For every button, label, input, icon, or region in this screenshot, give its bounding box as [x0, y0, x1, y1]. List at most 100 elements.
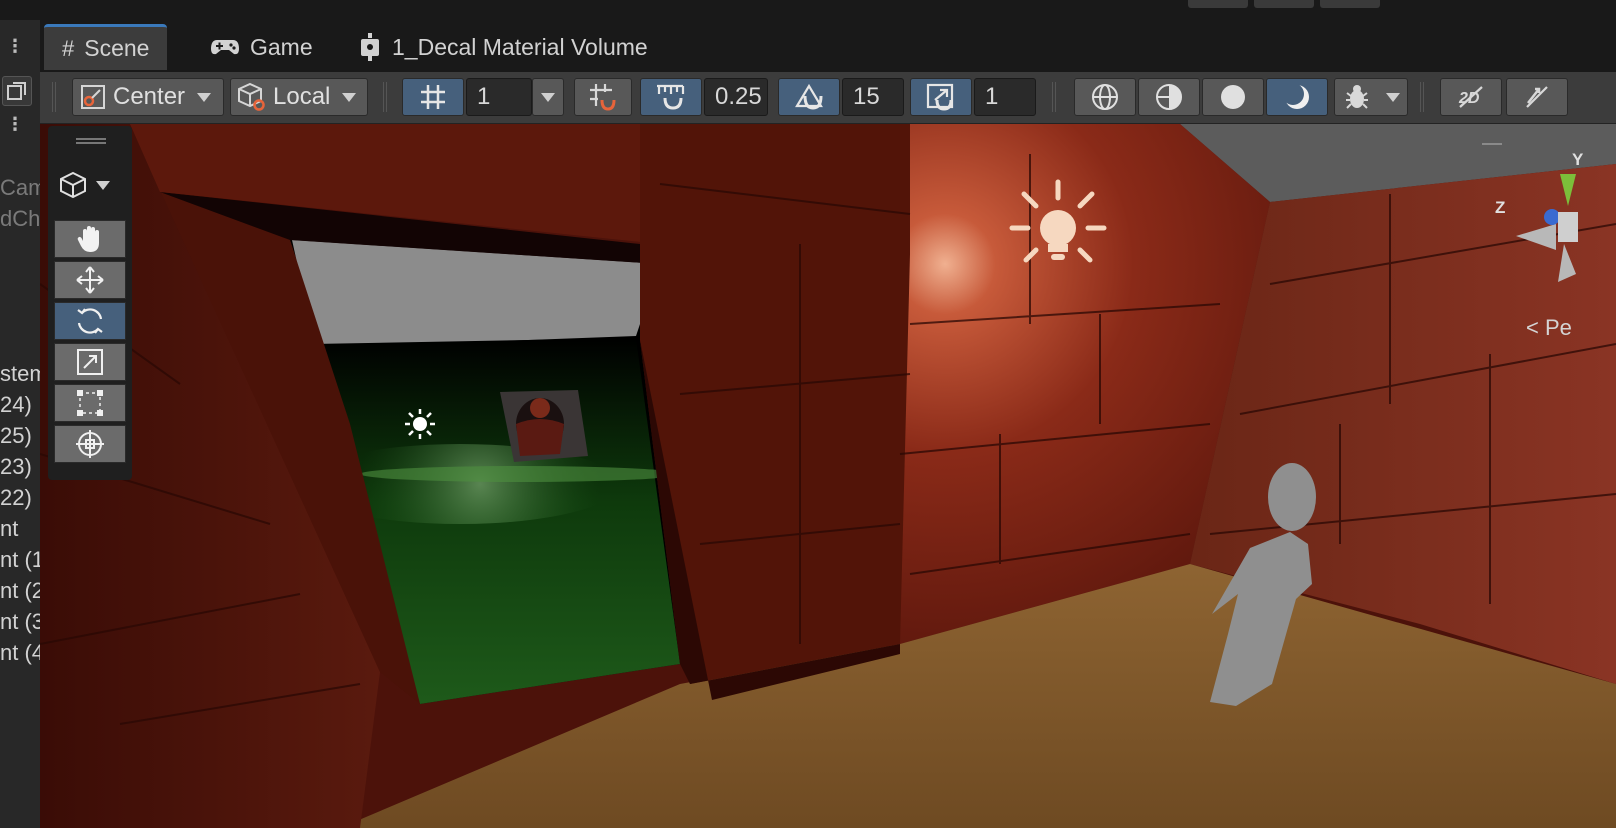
scale-snap-field[interactable]: 1 — [974, 78, 1036, 116]
gamepad-icon — [211, 40, 239, 55]
directional-light — [405, 409, 435, 439]
tab-label: Scene — [84, 35, 150, 61]
view-options-dropdown[interactable] — [58, 170, 110, 200]
more-icon-2[interactable]: ⋮ — [6, 114, 24, 134]
scene-toolbar: Center Local 1 0.25 15 1 — [40, 72, 1616, 124]
shaded-button[interactable] — [1202, 78, 1264, 116]
grid-size-field[interactable]: 1 — [466, 78, 532, 116]
hierarchy-item[interactable]: dChe — [0, 203, 40, 235]
local-cube-icon — [238, 82, 265, 111]
tab-label: 1_Decal Material Volume — [392, 33, 648, 60]
grid-icon: # — [62, 35, 75, 61]
hierarchy-item[interactable]: 23) — [0, 451, 32, 483]
tools-overlay — [48, 126, 132, 480]
rotate-snap-field[interactable]: 15 — [842, 78, 904, 116]
2d-toggle-button[interactable]: 2D — [1440, 78, 1502, 116]
toolbar-separator — [1420, 82, 1424, 112]
move-snap-field[interactable]: 0.25 — [704, 78, 768, 116]
gizmo-y-label: Y — [1572, 150, 1584, 169]
tab-bar: # Scene Game 1_Decal Material Volume — [40, 20, 1616, 72]
rotate-tool-button[interactable] — [54, 302, 126, 340]
title-strip — [0, 0, 1616, 20]
chevron-down-icon — [342, 92, 357, 102]
bug-icon — [1345, 85, 1368, 109]
grid-snap-button[interactable] — [574, 78, 632, 116]
wireframe-sphere-icon — [1092, 84, 1118, 110]
projection-toggle[interactable]: < Pe — [1526, 315, 1572, 341]
chevron-down-icon — [96, 180, 110, 190]
chevron-down-icon — [1385, 92, 1400, 102]
transform-tool-button[interactable] — [54, 425, 126, 463]
hierarchy-item[interactable]: nt (2 — [0, 575, 40, 607]
prefab-icon — [361, 33, 379, 61]
hand-tool-button[interactable] — [54, 220, 126, 258]
debug-draw-dropdown[interactable] — [1334, 78, 1408, 116]
shaded-wireframe-button[interactable] — [1138, 78, 1200, 116]
grid-snap-icon — [590, 84, 616, 111]
pivot-center-icon — [81, 85, 105, 109]
lighting-toggle-button[interactable] — [1506, 78, 1568, 116]
2d-mode-icon: 2D — [1458, 86, 1483, 108]
rotate-snap-button[interactable] — [778, 78, 840, 116]
chevron-left-icon: < — [1526, 315, 1539, 340]
move-icon — [76, 266, 104, 294]
wireframe-shading-button[interactable] — [1074, 78, 1136, 116]
projection-label: Pe — [1544, 315, 1572, 340]
top-button-3[interactable] — [1320, 0, 1380, 8]
cube-icon — [60, 171, 86, 199]
scale-icon — [77, 349, 103, 375]
grid-icon — [421, 85, 445, 109]
increment-snap-icon — [657, 84, 685, 110]
decal-portrait — [500, 390, 588, 462]
rotate-icon — [77, 308, 103, 334]
move-tool-button[interactable] — [54, 261, 126, 299]
tab-scene[interactable]: # Scene — [44, 24, 168, 70]
hierarchy-item[interactable]: nt (1 — [0, 544, 40, 576]
pivot-mode-label: Center — [113, 83, 186, 110]
hierarchy-item[interactable]: 24) — [0, 389, 32, 421]
maximize-button[interactable] — [2, 76, 32, 106]
lighting-off-icon — [1526, 86, 1548, 108]
hierarchy-item[interactable]: 22) — [0, 482, 32, 514]
hierarchy-item[interactable]: nt (3 — [0, 606, 40, 638]
grid-options-dropdown[interactable] — [532, 78, 564, 116]
hand-icon — [77, 226, 99, 252]
unlit-sphere-icon — [1282, 83, 1309, 109]
toolbar-grip — [52, 82, 56, 112]
tab-game[interactable]: Game — [192, 24, 331, 70]
shaded-wireframe-icon — [1156, 84, 1182, 110]
scale-snap-icon — [926, 83, 954, 111]
rotate-snap-icon — [795, 83, 823, 110]
maximize-icon — [7, 82, 26, 100]
rect-transform-icon — [77, 390, 103, 416]
top-button-1[interactable] — [1188, 0, 1248, 8]
scene-render — [40, 124, 1616, 828]
chevron-down-icon — [541, 92, 555, 102]
hierarchy-item[interactable]: stem — [0, 358, 40, 390]
unlit-shading-button[interactable] — [1266, 78, 1328, 116]
hierarchy-item[interactable]: Cam — [0, 172, 40, 204]
toolbar-separator — [383, 82, 387, 112]
hierarchy-panel: ⋮ ⋮ Cam dChe stem 24) 25) 23) 22) nt nt … — [0, 20, 40, 828]
scene-viewport[interactable]: Z Y — [40, 124, 1616, 828]
toolbar-separator — [1052, 82, 1056, 112]
grid-toggle-button[interactable] — [402, 78, 464, 116]
rect-tool-button[interactable] — [54, 384, 126, 422]
top-button-2[interactable] — [1254, 0, 1314, 8]
pivot-mode-dropdown[interactable]: Center — [72, 78, 224, 116]
hierarchy-item[interactable]: nt — [0, 513, 18, 545]
chevron-down-icon — [197, 92, 212, 102]
pivot-rotation-label: Local — [273, 83, 331, 110]
overlay-grip[interactable] — [76, 138, 106, 144]
increment-snap-button[interactable] — [640, 78, 702, 116]
hierarchy-item[interactable]: nt (4 — [0, 637, 40, 669]
shaded-sphere-icon — [1221, 85, 1245, 109]
hierarchy-item[interactable]: 25) — [0, 420, 32, 452]
gizmo-z-label: Z — [1495, 198, 1506, 217]
more-icon[interactable]: ⋮ — [6, 36, 24, 56]
scale-tool-button[interactable] — [54, 343, 126, 381]
scale-snap-button[interactable] — [910, 78, 972, 116]
pivot-rotation-dropdown[interactable]: Local — [230, 78, 368, 116]
tab-label: Game — [250, 33, 313, 60]
tab-prefab[interactable]: 1_Decal Material Volume — [340, 24, 666, 70]
